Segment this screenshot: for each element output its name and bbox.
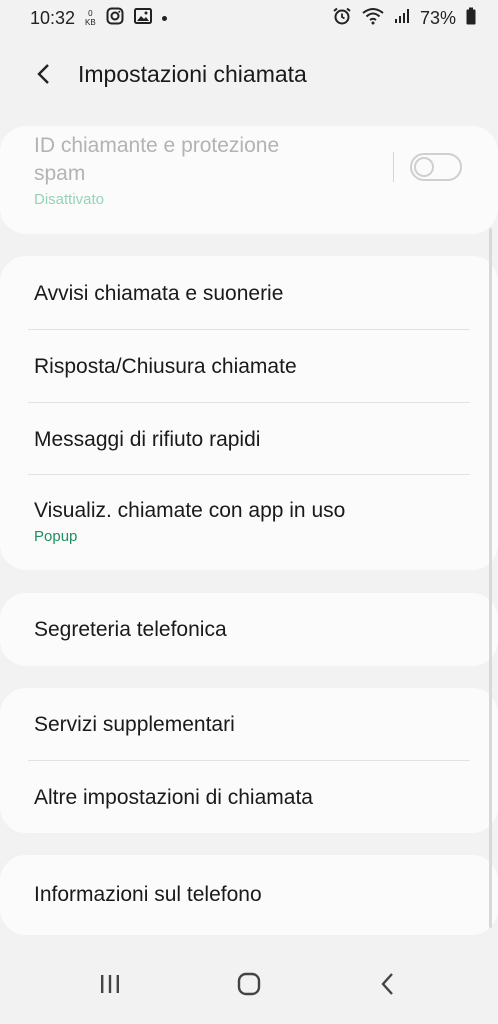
data-speed-indicator: 0 KB xyxy=(85,9,96,27)
caller-id-toggle-wrap xyxy=(393,152,462,182)
instagram-icon xyxy=(106,7,124,30)
nav-back-button[interactable] xyxy=(358,954,418,1014)
list-item-label: Visualiz. chiamate con app in uso xyxy=(34,499,346,522)
list-item-other-settings[interactable]: Altre impostazioni di chiamata xyxy=(0,760,498,833)
alarm-icon xyxy=(332,7,352,30)
status-bar: 10:32 0 KB 73% xyxy=(0,0,498,36)
page-title: Impostazioni chiamata xyxy=(78,60,307,87)
list-item-label: Informazioni sul telefono xyxy=(34,883,262,906)
list-item-label: Risposta/Chiusura chiamate xyxy=(34,355,297,378)
list-item-quick-decline[interactable]: Messaggi di rifiuto rapidi xyxy=(0,402,498,474)
data-speed-unit: KB xyxy=(85,18,96,27)
caller-id-status: Disattivato xyxy=(34,191,105,208)
list-item-sub: Popup xyxy=(34,528,78,545)
call-settings-card-3: Servizi supplementari Altre impostazioni… xyxy=(0,688,498,833)
status-bar-left: 10:32 0 KB xyxy=(30,7,167,30)
recent-apps-button[interactable] xyxy=(80,954,140,1014)
app-header: Impostazioni chiamata xyxy=(0,52,498,96)
caller-id-spam-setting[interactable]: ID chiamante e protezione spam Disattiva… xyxy=(0,126,498,210)
home-button[interactable] xyxy=(219,954,279,1014)
caller-id-card: ID chiamante e protezione spam Disattiva… xyxy=(0,126,498,234)
call-settings-card-1: Avvisi chiamata e suonerie Risposta/Chiu… xyxy=(0,256,498,570)
list-item-label: Servizi supplementari xyxy=(34,713,235,736)
list-item-label: Messaggi di rifiuto rapidi xyxy=(34,428,261,451)
clock: 10:32 xyxy=(30,7,76,28)
list-item-label: Segreteria telefonica xyxy=(34,618,227,641)
caller-id-toggle[interactable] xyxy=(410,153,462,181)
data-speed-value: 0 xyxy=(88,9,93,18)
list-item-call-alerts[interactable]: Avvisi chiamata e suonerie xyxy=(0,256,498,329)
list-item-calls-in-app[interactable]: Visualiz. chiamate con app in uso Popup xyxy=(0,474,498,570)
call-settings-card-2: Segreteria telefonica xyxy=(0,593,498,666)
home-icon xyxy=(237,972,261,996)
navigation-bar xyxy=(0,944,498,1024)
list-item-voicemail[interactable]: Segreteria telefonica xyxy=(0,593,498,666)
signal-icon xyxy=(394,8,410,29)
scrollbar[interactable] xyxy=(489,228,492,928)
status-bar-right: 73% xyxy=(332,7,476,30)
gallery-icon xyxy=(133,7,152,30)
list-item-label: Avvisi chiamata e suonerie xyxy=(34,282,284,305)
back-icon xyxy=(381,973,394,995)
list-item-supplementary-services[interactable]: Servizi supplementari xyxy=(0,688,498,760)
arrow-left-icon xyxy=(37,64,49,84)
recent-apps-icon xyxy=(100,975,119,993)
list-item-label: Altre impostazioni di chiamata xyxy=(34,786,313,809)
battery-icon xyxy=(466,7,476,30)
notification-dot-icon xyxy=(161,15,167,21)
battery-percentage: 73% xyxy=(419,7,456,28)
toggle-knob xyxy=(414,157,434,177)
list-item-answer-end[interactable]: Risposta/Chiusura chiamate xyxy=(0,329,498,402)
vertical-divider xyxy=(393,152,394,182)
list-item-phone-info[interactable]: Informazioni sul telefono xyxy=(0,855,498,935)
call-settings-card-4: Informazioni sul telefono xyxy=(0,855,498,935)
back-button[interactable] xyxy=(14,52,74,96)
wifi-icon xyxy=(362,7,384,30)
